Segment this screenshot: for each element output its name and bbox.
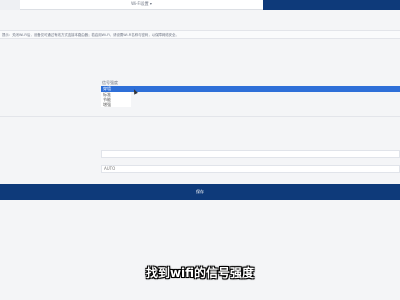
channel-select[interactable]: AUTO bbox=[101, 165, 400, 173]
signal-strength-options: 标准 节能 增强 bbox=[101, 92, 131, 107]
divider bbox=[0, 116, 400, 117]
video-subtitle: 找到wifi的信号强度 bbox=[145, 266, 255, 280]
notice-text: 提示：关闭Wi-Fi后，设备仅可通过有线方式连接本路由器；若启用Wi-Fi，请设… bbox=[0, 30, 400, 39]
signal-strength-select[interactable]: 穿墙 bbox=[101, 86, 400, 92]
tab-wifi-settings[interactable]: Wi-Fi设置 ▾ bbox=[20, 0, 263, 10]
channel-field-top[interactable] bbox=[101, 150, 400, 158]
option-3[interactable]: 增强 bbox=[101, 102, 131, 107]
save-button[interactable]: 保存 bbox=[0, 184, 400, 200]
header-accent bbox=[263, 0, 400, 10]
